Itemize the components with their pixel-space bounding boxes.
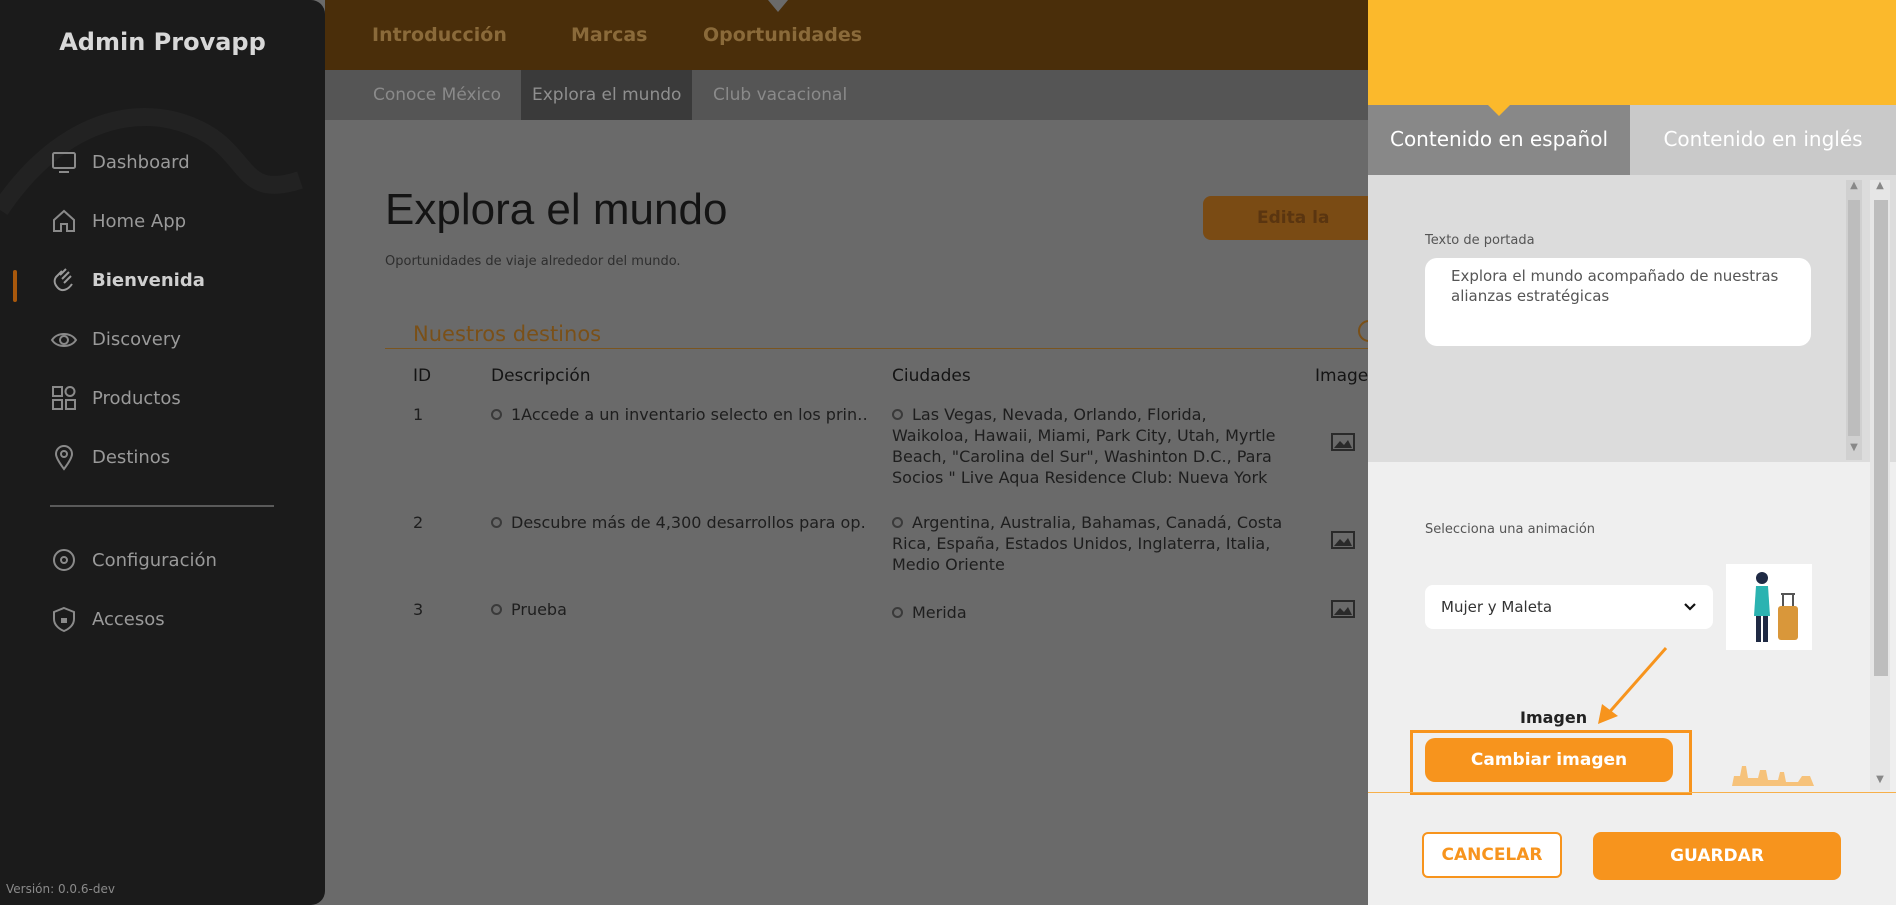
panel-scrollbar[interactable]: ▲ ▼	[1870, 180, 1890, 790]
sidebar-item-accesos[interactable]: Accesos	[50, 603, 165, 635]
row-cities: Argentina, Australia, Bahamas, Canadá, C…	[892, 512, 1284, 575]
row-id: 1	[413, 405, 424, 424]
sidebar-active-indicator	[13, 270, 17, 302]
app-brand: Admin Provapp	[59, 28, 266, 56]
sidebar-item-bienvenida[interactable]: Bienvenida	[50, 264, 205, 296]
inner-scrollbar-thumb[interactable]	[1848, 200, 1860, 436]
bullet-icon	[491, 517, 502, 528]
tab-introduccion[interactable]: Introducción	[372, 24, 507, 46]
home-icon	[53, 209, 75, 232]
cover-text-field[interactable]: Explora el mundo acompañado de nuestras …	[1425, 258, 1811, 346]
sidebar-watermark	[0, 108, 303, 215]
column-header-descripcion: Descripción	[491, 366, 591, 386]
row-cities: Merida	[892, 602, 1284, 623]
image-icon[interactable]	[1331, 433, 1355, 451]
animation-select[interactable]: Mujer y Maleta	[1425, 585, 1713, 629]
map-pin-icon	[54, 445, 74, 471]
row-description: 1Accede a un inventario selecto en los p…	[511, 405, 866, 424]
sidebar-item-discovery[interactable]: Discovery	[50, 323, 181, 355]
page-subtitle: Oportunidades de viaje alrededor del mun…	[385, 254, 681, 269]
image-label: Imagen	[1520, 708, 1588, 727]
row-cities-text: Argentina, Australia, Bahamas, Canadá, C…	[892, 513, 1283, 574]
subtab-club-vacacional[interactable]: Club vacacional	[702, 70, 858, 120]
scroll-up-icon[interactable]: ▲	[1846, 180, 1862, 191]
change-image-button[interactable]: Cambiar imagen	[1425, 738, 1673, 782]
skyline-illustration	[1722, 766, 1814, 786]
scroll-down-icon[interactable]: ▼	[1846, 442, 1862, 453]
sidebar-item-label: Configuración	[92, 549, 217, 571]
save-button[interactable]: GUARDAR	[1593, 832, 1841, 880]
row-description: Descubre más de 4,300 desarrollos para o…	[511, 513, 866, 532]
sidebar-item-destinos[interactable]: Destinos	[50, 441, 170, 473]
gear-icon	[53, 549, 75, 571]
sidebar-divider	[50, 505, 274, 507]
subtab-conoce-mexico[interactable]: Conoce México	[362, 70, 512, 120]
section-divider	[385, 348, 1370, 349]
tab-oportunidades[interactable]: Oportunidades	[703, 24, 862, 46]
row-cities-text: Las Vegas, Nevada, Orlando, Florida, Wai…	[892, 405, 1276, 487]
subtab-explora-el-mundo[interactable]: Explora el mundo	[521, 70, 693, 120]
active-tab-caret	[768, 0, 788, 12]
bullet-icon	[491, 409, 502, 420]
inner-scrollbar[interactable]: ▲ ▼	[1846, 180, 1862, 460]
column-header-ciudades: Ciudades	[892, 366, 971, 386]
tab-contenido-ingles[interactable]: Contenido en inglés	[1630, 105, 1896, 175]
scroll-up-icon[interactable]: ▲	[1872, 180, 1888, 191]
cover-text-label: Texto de portada	[1425, 233, 1535, 248]
active-tab-caret	[1488, 105, 1510, 116]
panel-header	[1368, 0, 1896, 105]
chevron-down-icon	[1684, 603, 1696, 611]
row-description: Prueba	[511, 600, 567, 619]
sidebar-item-configuracion[interactable]: Configuración	[50, 544, 217, 576]
animation-label: Selecciona una animación	[1425, 522, 1596, 537]
row-cities-text: Merida	[912, 603, 967, 622]
bullet-icon	[491, 604, 502, 615]
shield-icon	[53, 606, 75, 633]
sidebar-item-label: Accesos	[92, 608, 165, 630]
monitor-icon	[52, 152, 76, 173]
woman-suitcase-illustration	[1754, 572, 1798, 642]
sidebar-item-label: Productos	[92, 387, 181, 409]
bullet-icon	[892, 607, 903, 618]
bullet-icon	[892, 517, 903, 528]
annotation-arrow	[1598, 647, 1668, 724]
sidebar-item-dashboard[interactable]: Dashboard	[50, 146, 190, 178]
animation-select-value: Mujer y Maleta	[1441, 598, 1553, 616]
bullet-icon	[892, 409, 903, 420]
panel-scrollbar-thumb[interactable]	[1874, 200, 1888, 676]
tab-marcas[interactable]: Marcas	[571, 24, 648, 46]
version-label: Versión: 0.0.6-dev	[6, 882, 115, 896]
scroll-down-icon[interactable]: ▼	[1872, 774, 1888, 785]
sidebar-item-productos[interactable]: Productos	[50, 382, 181, 414]
sidebar-item-label: Dashboard	[92, 151, 190, 173]
column-header-id: ID	[413, 366, 432, 386]
hand-wave-icon	[53, 268, 73, 292]
cancel-button[interactable]: CANCELAR	[1422, 832, 1562, 878]
row-cities: Las Vegas, Nevada, Orlando, Florida, Wai…	[892, 404, 1284, 488]
image-icon[interactable]	[1331, 531, 1355, 549]
sidebar-item-home-app[interactable]: Home App	[50, 205, 186, 237]
sidebar-item-label: Discovery	[92, 328, 181, 350]
eye-icon	[50, 333, 78, 347]
sidebar-item-label: Destinos	[92, 446, 171, 468]
section-title: Nuestros destinos	[413, 322, 602, 346]
image-icon[interactable]	[1331, 600, 1355, 618]
animation-preview	[1726, 564, 1812, 650]
row-id: 3	[413, 600, 424, 619]
row-id: 2	[413, 513, 424, 532]
column-header-imagen: Imagen	[1315, 366, 1370, 386]
sidebar-item-label: Bienvenida	[92, 269, 205, 291]
footer-divider	[1368, 792, 1896, 793]
page-title: Explora el mundo	[385, 185, 728, 234]
grid-icon	[52, 386, 76, 410]
sidebar-item-label: Home App	[92, 210, 187, 232]
